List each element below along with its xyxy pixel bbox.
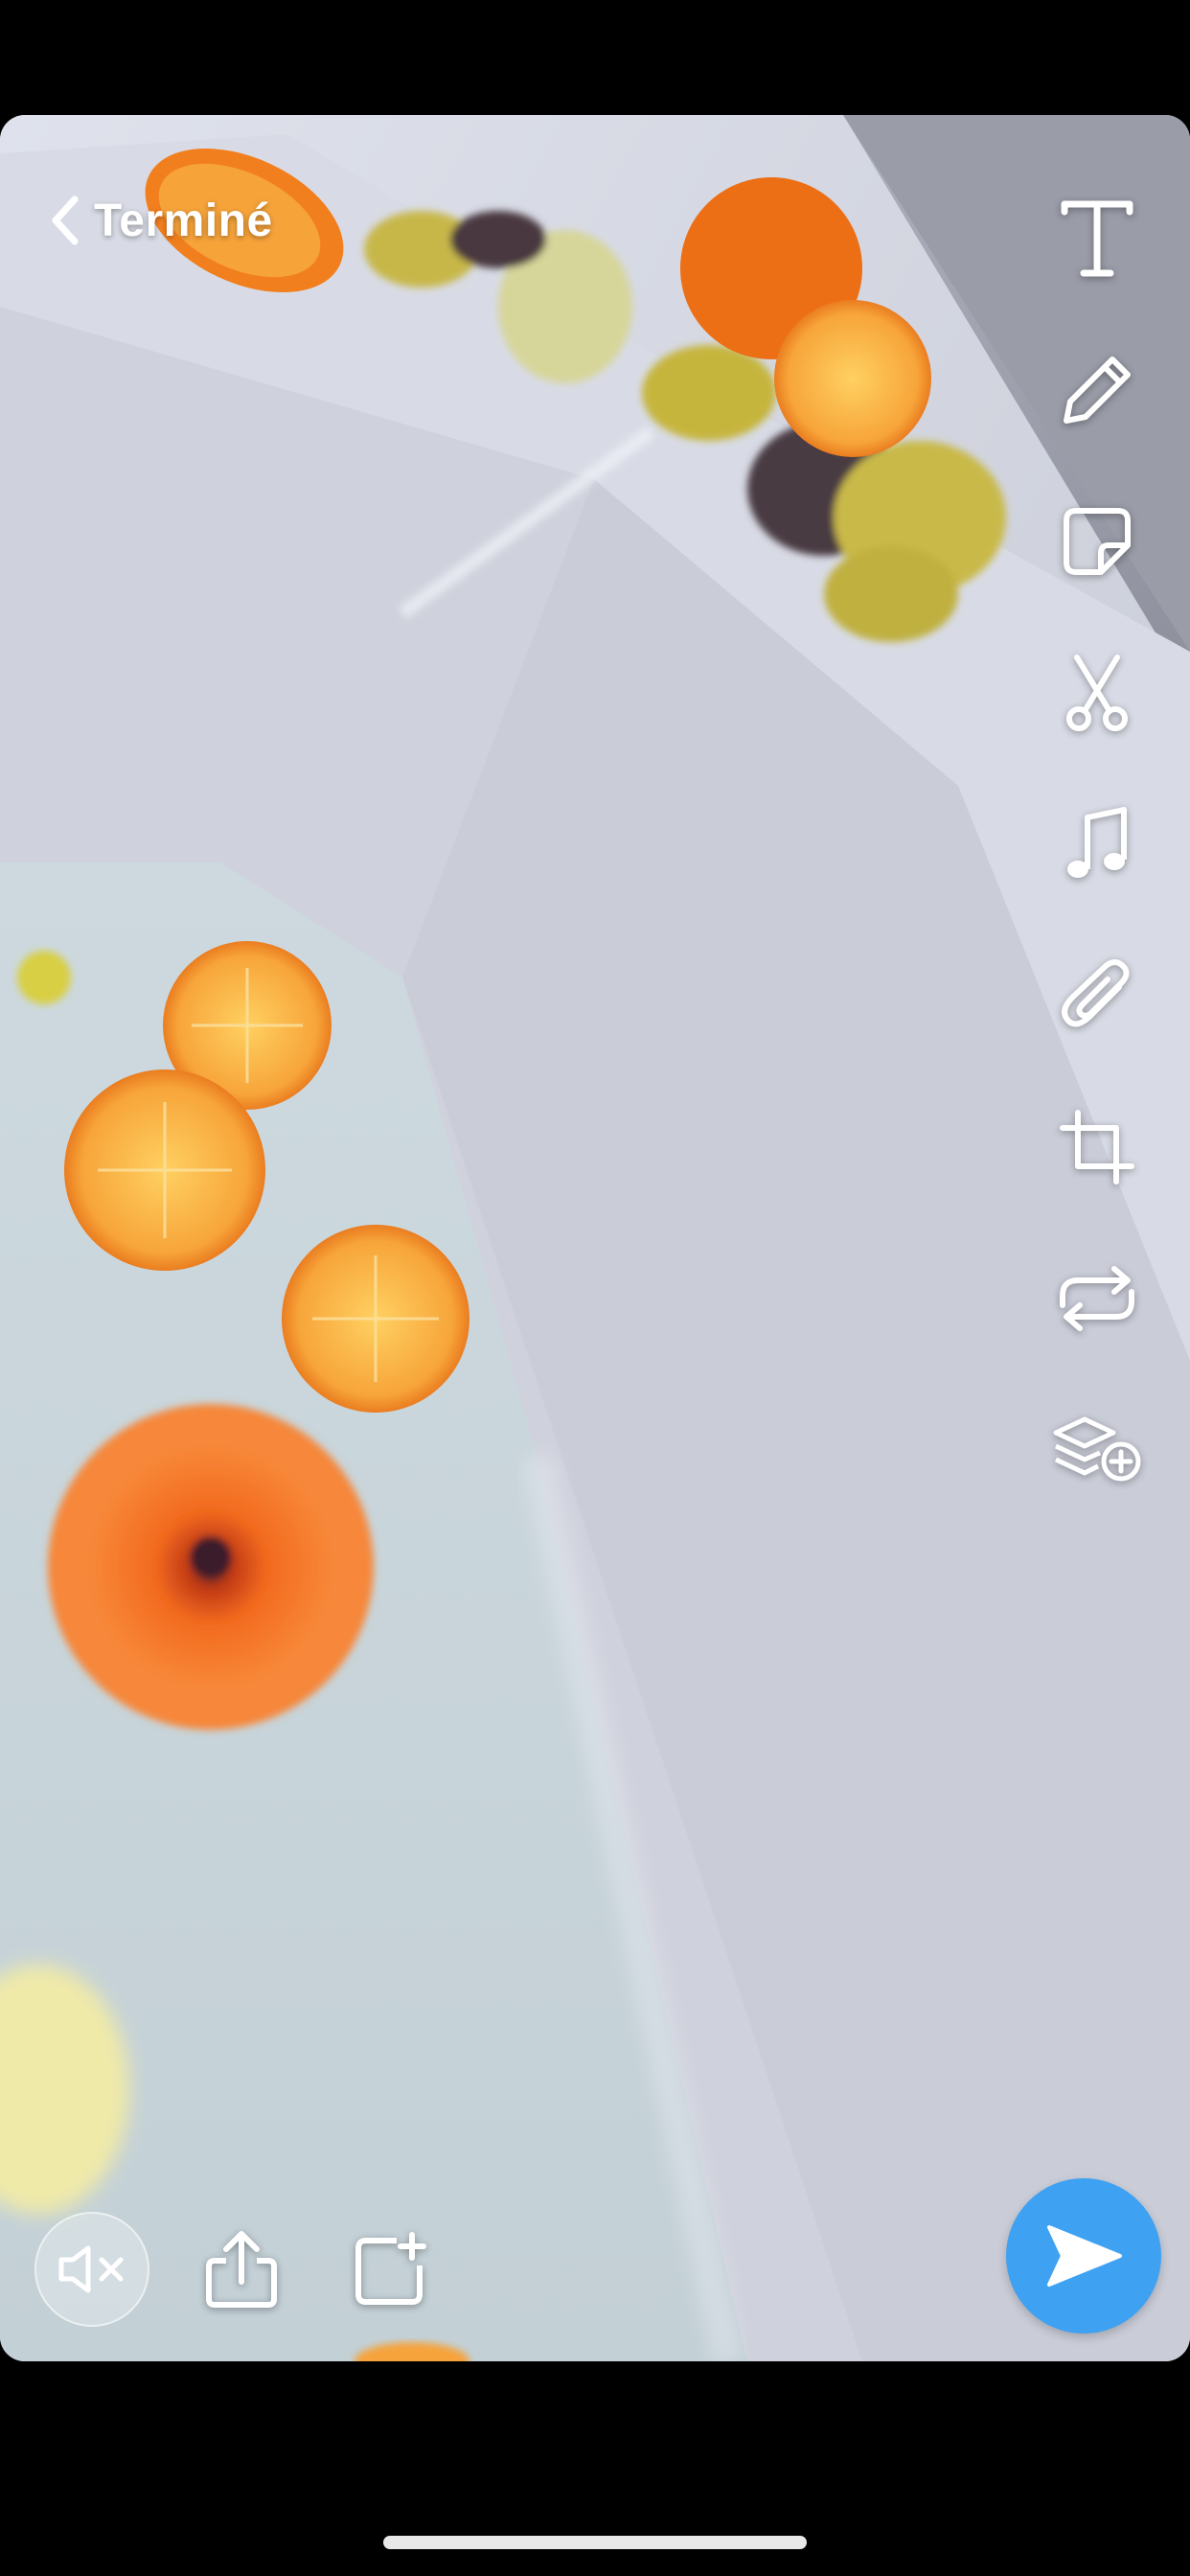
music-note-icon — [1067, 807, 1127, 878]
editing-toolbar — [1044, 163, 1150, 1526]
loop-arrows-icon — [1060, 1266, 1134, 1331]
scissors-tool-button[interactable] — [1044, 617, 1150, 769]
bathtub-photo — [0, 115, 1190, 2361]
send-arrow-icon — [1047, 2225, 1122, 2287]
music-tool-button[interactable] — [1044, 769, 1150, 920]
attachment-tool-button[interactable] — [1044, 920, 1150, 1071]
draw-tool-button[interactable] — [1044, 314, 1150, 466]
mute-button[interactable] — [34, 2212, 149, 2327]
crop-icon — [1060, 1110, 1134, 1184]
paperclip-icon — [1062, 959, 1130, 1027]
sticker-tool-button[interactable] — [1044, 466, 1150, 617]
pencil-icon — [1064, 356, 1131, 424]
bottom-controls — [34, 2212, 448, 2327]
done-button[interactable]: Terminé — [48, 182, 273, 259]
speaker-muted-icon — [58, 2245, 124, 2293]
crop-tool-button[interactable] — [1044, 1071, 1150, 1223]
loop-tool-button[interactable] — [1044, 1223, 1150, 1374]
text-tool-button[interactable] — [1044, 163, 1150, 314]
layers-add-icon — [1053, 1416, 1141, 1482]
snap-preview: Terminé — [0, 115, 1190, 2361]
text-T-icon — [1061, 200, 1133, 277]
home-indicator[interactable] — [383, 2536, 807, 2549]
sticker-icon — [1064, 508, 1131, 575]
done-label: Terminé — [94, 195, 273, 246]
scissors-icon — [1066, 655, 1128, 731]
add-to-story-button[interactable] — [333, 2212, 448, 2327]
send-button[interactable] — [1006, 2178, 1161, 2334]
add-to-story-icon — [355, 2232, 426, 2305]
layers-tool-button[interactable] — [1044, 1374, 1150, 1526]
share-export-icon — [206, 2231, 277, 2308]
chevron-left-icon — [52, 196, 79, 245]
export-button[interactable] — [184, 2212, 299, 2327]
